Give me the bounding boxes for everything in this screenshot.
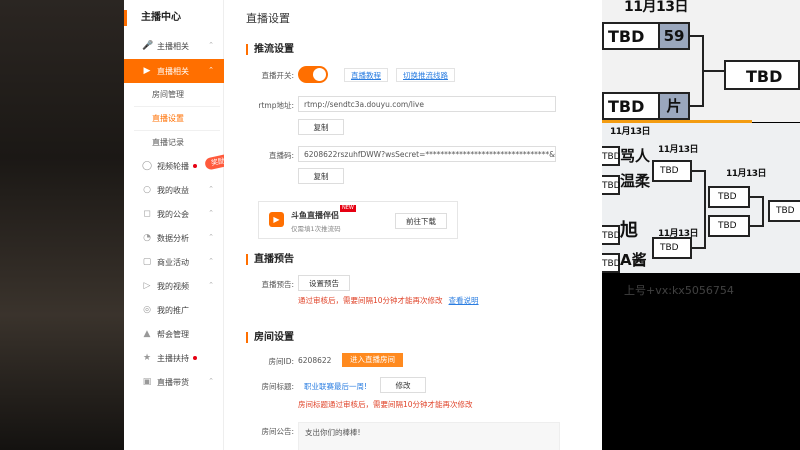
sidebar-item-my-video[interactable]: ▷ 我的视频 ⌃	[124, 274, 224, 298]
page-title: 直播设置	[246, 12, 290, 25]
chevron-up-icon: ⌃	[208, 377, 214, 385]
bracket-date: 11月13日	[610, 127, 651, 137]
notification-dot	[193, 356, 197, 360]
promo-app-name: 斗鱼直播伴侣	[291, 211, 339, 220]
business-icon: ▢	[142, 257, 152, 267]
chevron-up-icon: ⌃	[208, 257, 214, 265]
download-button[interactable]: 前往下载	[395, 213, 447, 229]
sidebar-subitem-live-records[interactable]: 直播记录	[124, 131, 224, 155]
bracket-connector	[702, 70, 724, 72]
room-title-value: 职业联赛最后一周!	[304, 382, 368, 391]
bracket-team-slot: TBD	[724, 60, 800, 90]
shop-icon: ▣	[142, 377, 152, 387]
main-content: 直播设置 推流设置 直播开关: 直播教程 切换推流线路 rtmp地址: rtmp…	[224, 0, 602, 450]
promo-icon: ◎	[143, 305, 151, 315]
bracket-connector	[704, 170, 706, 249]
chevron-up-icon: ⌃	[208, 209, 214, 217]
video-loop-icon: ◯	[142, 161, 153, 171]
sidebar-item-income[interactable]: ○ 我的收益 ⌃	[124, 178, 224, 202]
switch-stream-line-link[interactable]: 切换推流线路	[396, 68, 455, 82]
stream-code-field[interactable]: 6208622rszuhfDWW?wsSecret=**************…	[298, 146, 556, 162]
guild-icon: ◻	[143, 209, 151, 219]
section-title-stream: 推流设置	[246, 44, 294, 55]
play-icon: ▶	[269, 212, 284, 227]
sidebar-item-promotion[interactable]: ◎ 我的推广	[124, 298, 224, 322]
announcement-label: 房间公告:	[261, 427, 294, 436]
bracket-team-slot: TBD 59	[602, 22, 690, 50]
my-video-icon: ▷	[143, 281, 151, 291]
team-name-text: 温柔	[620, 172, 651, 190]
bracket-team-slot: TBD	[602, 253, 621, 273]
sidebar-item-support[interactable]: ★ 主播扶持	[124, 346, 224, 370]
sidebar-item-shop[interactable]: ▣ 直播带货 ⌃	[124, 370, 224, 394]
sidebar-item-gang[interactable]: ▲ 帮会管理	[124, 322, 224, 346]
bracket-date: 11月13日	[658, 145, 699, 155]
bracket-team-slot: TBD	[652, 160, 692, 182]
live-tutorial-link[interactable]: 直播教程	[344, 68, 388, 82]
mic-icon: 🎤	[142, 41, 154, 51]
section-title-preview: 直播预告	[246, 254, 294, 265]
income-icon: ○	[143, 185, 151, 195]
rtmp-label: rtmp地址:	[258, 101, 294, 110]
copy-code-button[interactable]: 复制	[298, 168, 344, 184]
new-badge: NEW	[340, 205, 356, 212]
sidebar-subitem-room-manage[interactable]: 房间管理	[124, 83, 224, 107]
stream-preview-background	[0, 0, 124, 450]
promo-description: 仅需填1次推流码	[291, 225, 341, 233]
chevron-up-icon: ⌃	[208, 233, 214, 241]
obs-companion-promo: ▶ 斗鱼直播伴侣 NEW 仅需填1次推流码 前往下载	[258, 201, 458, 239]
bracket-connector	[762, 196, 764, 227]
bracket-team-slot: TBD	[708, 186, 750, 208]
sidebar-title: 主播中心	[124, 10, 181, 26]
announcement-textarea[interactable]: 支出你们的棒棒!	[298, 422, 560, 450]
notification-dot	[193, 164, 197, 168]
chevron-up-icon: ⌃	[208, 185, 214, 193]
bracket-team-slot: TBD	[602, 146, 621, 166]
preview-label: 直播预告:	[261, 280, 294, 289]
watermark-text: 上号+vx:kx5056754	[624, 284, 734, 297]
room-title-label: 房间标题:	[261, 382, 294, 391]
stream-code-label: 直播码:	[268, 151, 294, 160]
preview-notice: 通过审核后，需要间隔10分钟才能再次修改 查看说明	[298, 296, 479, 305]
section-title-room: 房间设置	[246, 332, 294, 343]
tournament-bracket-overlay: 11月13日 TBD 59 TBD 片 TBD 11月13日 11月13日 11…	[602, 0, 800, 450]
chevron-up-icon: ⌃	[208, 281, 214, 289]
bracket-team-slot: TBD	[768, 200, 800, 222]
modify-title-button[interactable]: 修改	[380, 377, 426, 393]
sidebar-item-business[interactable]: ▢ 商业活动 ⌃	[124, 250, 224, 274]
sidebar-subitem-live-settings[interactable]: 直播设置	[124, 107, 224, 131]
bracket-team-slot: TBD	[652, 237, 692, 259]
sidebar: 主播中心 🎤 主播相关 ⌃ ▶ 直播相关 ⌃ 房间管理 直播设置 直播记录 ◯ …	[124, 0, 224, 450]
gang-icon: ▲	[143, 329, 151, 339]
rtmp-url-field[interactable]: rtmp://sendtc3a.douyu.com/live	[298, 96, 556, 112]
bracket-team-slot: TBD	[602, 175, 621, 195]
chevron-up-icon: ⌃	[208, 41, 214, 49]
live-switch-toggle[interactable]	[298, 66, 328, 83]
set-preview-button[interactable]: 设置预告	[298, 275, 350, 291]
sidebar-item-analytics[interactable]: ◔ 数据分析 ⌃	[124, 226, 224, 250]
help-link[interactable]: 查看说明	[449, 296, 479, 305]
enter-room-button[interactable]: 进入直播房间	[342, 353, 403, 367]
title-notice: 房间标题通过审核后，需要间隔10分钟才能再次修改	[298, 400, 473, 409]
sidebar-item-anchor[interactable]: 🎤 主播相关 ⌃	[124, 34, 224, 58]
bracket-date: 11月13日	[624, 0, 688, 15]
team-name-text: 骂人	[620, 147, 651, 165]
bracket-date: 11月13日	[726, 169, 767, 179]
copy-rtmp-button[interactable]: 复制	[298, 119, 344, 135]
sidebar-item-live[interactable]: ▶ 直播相关 ⌃	[124, 59, 224, 83]
bracket-team-slot: TBD	[602, 225, 621, 245]
bracket-team-slot: TBD 片	[602, 92, 690, 120]
toggle-knob	[313, 68, 326, 81]
switch-label: 直播开关:	[261, 71, 294, 80]
bracket-team-slot: TBD	[708, 215, 750, 237]
support-icon: ★	[142, 353, 152, 363]
chart-icon: ◔	[143, 233, 151, 243]
team-name-text: A酱	[620, 251, 647, 269]
live-icon: ▶	[143, 66, 151, 76]
sidebar-item-guild[interactable]: ◻ 我的公会 ⌃	[124, 202, 224, 226]
room-id-value: 6208622	[298, 356, 332, 365]
team-name-text: 旭	[620, 220, 638, 241]
room-id-label: 房间ID:	[268, 357, 294, 366]
chevron-up-icon: ⌃	[208, 66, 214, 74]
